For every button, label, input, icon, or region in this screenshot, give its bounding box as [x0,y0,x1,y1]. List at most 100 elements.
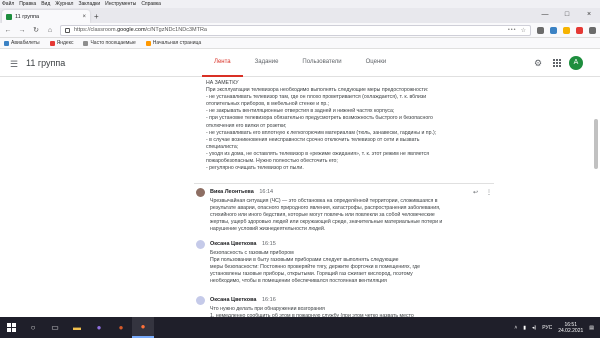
extension-icon[interactable] [550,26,557,34]
comment-actions: ↩ ⋮ [473,189,492,196]
hamburger-menu-icon[interactable]: ☰ [10,59,18,70]
media-player-icon[interactable]: ● [110,317,132,338]
text-line: НА ЗАМЕТКУ [206,80,239,86]
navigation-bar: ← → ↻ ⌂ https://classroom.google.com/c/N… [0,23,600,38]
home-icon[interactable]: ⌂ [46,27,54,34]
menu-item[interactable]: Вид [41,1,50,7]
url-prefix: https://classroom. [74,27,118,33]
bookmark-item[interactable]: Яндекс [49,40,73,46]
stream-content: НА ЗАМЕТКУ При эксплуатации телевизора не… [0,77,600,317]
tab-1[interactable]: Задание [243,49,291,77]
extension-icon[interactable] [563,26,570,34]
avatar[interactable]: A [569,56,583,70]
forward-icon[interactable]: → [18,27,26,34]
tab-2[interactable]: Пользователи [290,49,353,77]
media-icon[interactable]: ● [88,317,110,338]
bookmark-icon [83,40,89,46]
menu-item[interactable]: Закладки [78,1,100,7]
bookmark-item[interactable]: Авиабилеты [4,40,40,46]
reload-icon[interactable]: ↻ [32,26,40,34]
bookmark-label: Начальная страница [152,40,202,46]
classroom-tabs: Лента Задание Пользователи Оценки [202,49,398,77]
comment-text: Чрезвычайная ситуация (ЧС) — это обстано… [210,198,494,233]
menu-icon[interactable] [589,26,596,34]
text-line: Безопасность с газовым прибором [210,250,294,256]
language-indicator[interactable]: РУС [542,325,552,331]
text-line: - уходя из дома, не оставлять телевизор … [206,150,430,157]
comment-time: 16:16 [262,297,276,303]
reply-icon[interactable]: ↩ [473,189,478,196]
bookmark-item[interactable]: Часто посещаемые [83,40,136,46]
apps-grid-icon[interactable] [553,59,561,67]
menu-item[interactable]: Справка [141,1,161,7]
text-line: стихийного или иного бедствия, которые м… [210,212,435,219]
menu-bar: Файл Правка Вид Журнал Закладки Инструменты Сп… [0,0,600,8]
post-body: НА ЗАМЕТКУ При эксплуатации телевизора не… [206,80,488,172]
more-options-icon[interactable]: ⋮ [486,189,492,196]
avatar [196,240,205,249]
scrollbar[interactable] [594,79,598,315]
bookmark-item[interactable]: Начальная страница [145,40,202,46]
menu-item[interactable]: Журнал [55,1,73,7]
menu-item[interactable]: Файл [2,1,14,7]
text-line: нарушение условий жизнедеятельности люде… [210,226,326,233]
text-line: - не закрывать вентиляционные отверстия … [206,108,395,115]
windows-start-icon[interactable] [0,317,22,338]
volume-icon[interactable]: ◂) [532,325,536,331]
tab-close-icon[interactable]: × [82,14,86,20]
bookmark-label: Часто посещаемые [90,40,136,46]
comment-time: 16:15 [262,241,276,247]
new-tab-button[interactable]: + [94,12,99,21]
comment-header: Оксана Цветкова 16:15 [210,241,276,247]
comment-header: Оксана Цветкова 16:16 [210,297,276,303]
task-view-icon[interactable]: ▭ [44,317,66,338]
text-line: - в случае возникновения неисправности с… [206,136,420,143]
comment: Оксана Цветкова 16:15 Безопасность с газ… [196,240,496,290]
notifications-icon[interactable]: ▤ [589,325,594,331]
class-title[interactable]: 11 группа [26,58,65,68]
firefox-icon[interactable]: ● [132,317,154,338]
search-icon[interactable]: ○ [22,317,44,338]
gear-icon[interactable]: ⚙ [534,58,542,69]
windows-taskbar: ○ ▭ ▬ ● ● ● ˄ ▮ ◂) РУС 16:51 24.02.2021 … [0,317,600,338]
bookmark-label: Авиабилеты [11,40,40,46]
bookmark-icon [4,40,9,46]
text-line: отключения его вилки от розетки; [206,122,287,129]
maximize-button[interactable]: □ [556,8,578,22]
address-bar[interactable]: https://classroom.google.com/c/NTgzNDc1N… [60,24,531,36]
comment: Вика Леонтьева 16:14 ↩ ⋮ Чрезвычайная си… [196,188,496,238]
browser-tab[interactable]: 11 группа × [2,10,90,23]
network-icon[interactable]: ▮ [523,325,526,331]
tab-0[interactable]: Лента [202,49,243,77]
bookmark-icon [49,40,55,46]
system-tray: ˄ ▮ ◂) РУС 16:51 24.02.2021 ▤ [514,322,600,334]
comment-author: Оксана Цветкова [210,241,257,247]
comment-author: Вика Леонтьева [210,189,254,195]
file-explorer-icon[interactable]: ▬ [66,317,88,338]
avatar [196,296,205,305]
lock-icon [65,27,70,33]
text-line: установлены газовые приборы, открытыми. … [210,271,413,278]
text-line: Что нужно делать при обнаружении возгора… [210,306,325,312]
text-line: жертвы, ущерб здоровью людей или окружаю… [210,219,443,226]
tab-3[interactable]: Оценки [354,49,399,77]
scrollbar-thumb[interactable] [594,119,598,169]
minimize-button[interactable]: — [534,8,556,22]
clock[interactable]: 16:51 24.02.2021 [558,322,583,334]
tab-bar: 11 группа × + — □ × [0,8,600,23]
bookmarks-bar: Авиабилеты Яндекс Часто посещаемые Начальна… [0,38,600,49]
url-domain: google.com [117,27,146,33]
close-window-button[interactable]: × [578,8,600,22]
library-icon[interactable] [537,26,544,34]
page-actions-icon[interactable]: ••• [508,27,517,33]
text-line: необходимо, чтобы в помещении обеспечива… [210,278,387,285]
back-icon[interactable]: ← [4,27,12,34]
extension-icon[interactable] [576,26,583,34]
tray-arrow-icon[interactable]: ˄ [514,325,517,331]
divider [194,183,494,184]
menu-item[interactable]: Правка [19,1,36,7]
text-line: Чрезвычайная ситуация (ЧС) — это обстано… [210,198,438,204]
menu-item[interactable]: Инструменты [105,1,136,7]
comment-time: 16:14 [259,189,274,195]
bookmark-star-icon[interactable]: ☆ [521,27,526,34]
